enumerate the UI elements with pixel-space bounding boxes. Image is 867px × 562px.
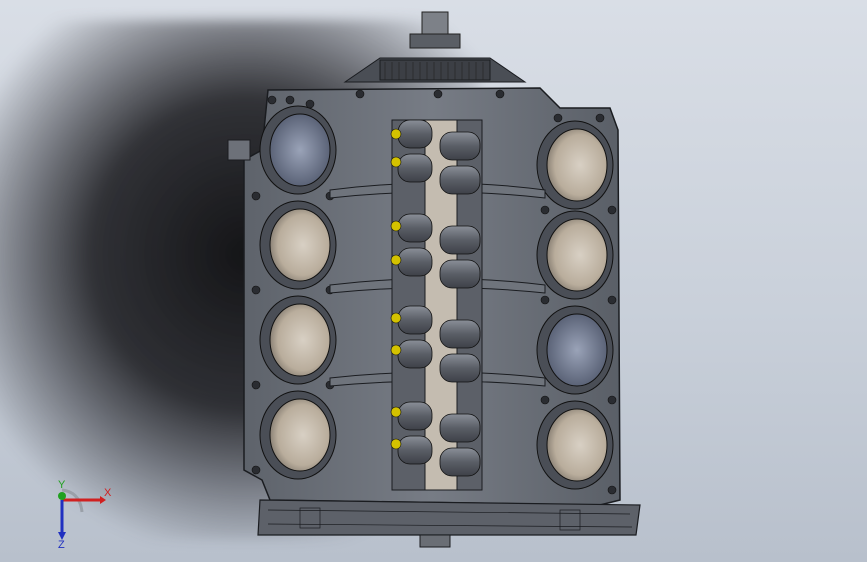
x-axis-label: X (104, 487, 112, 499)
graphics-viewport[interactable]: X Y Z (0, 0, 867, 562)
valley-lifters (390, 119, 483, 491)
y-axis-dot (58, 492, 66, 500)
engine-block-model[interactable] (0, 0, 867, 562)
top-shaft (343, 11, 527, 83)
z-axis-label: Z (58, 539, 65, 548)
y-axis-label: Y (58, 479, 66, 491)
axis-triad: X Y Z (58, 479, 112, 548)
